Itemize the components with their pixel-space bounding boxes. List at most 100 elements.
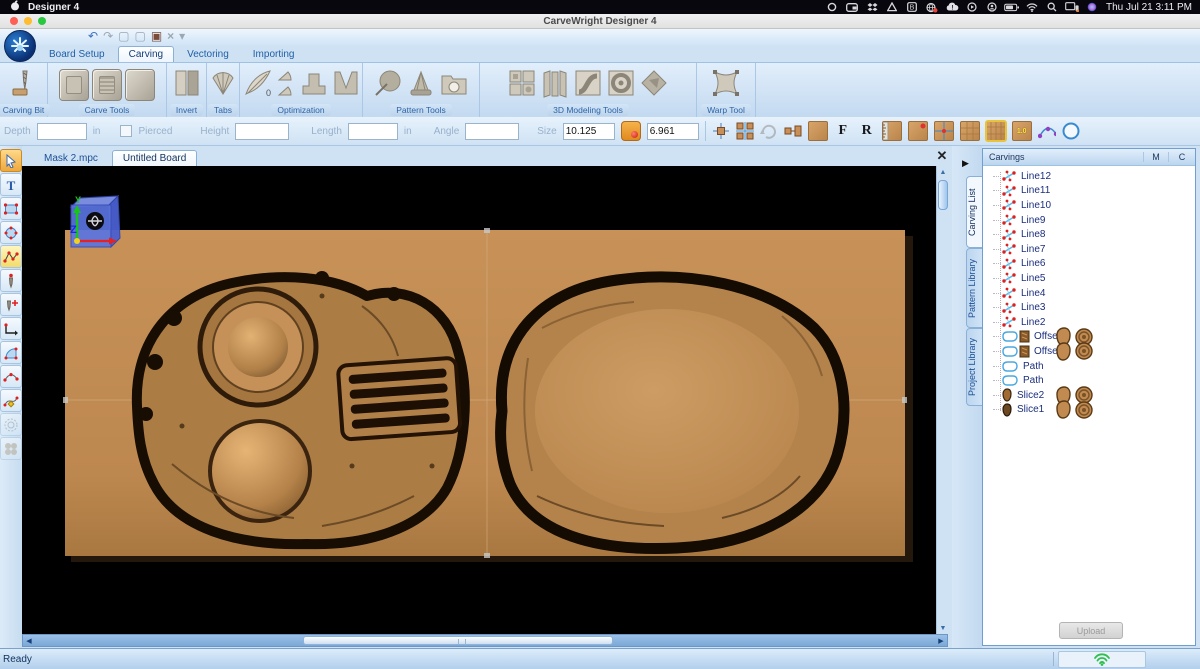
list-item[interactable]: Line6 bbox=[983, 257, 1195, 272]
list-item[interactable]: Line5 bbox=[983, 271, 1195, 286]
tab-pattern-library[interactable]: Pattern Library bbox=[966, 248, 983, 328]
tab-importing[interactable]: Importing bbox=[242, 46, 306, 62]
tab-project-library[interactable]: Project Library bbox=[966, 328, 983, 406]
v-groove-icon[interactable] bbox=[332, 68, 360, 101]
list-item[interactable]: Line3 bbox=[983, 300, 1195, 315]
draft-block-icon[interactable] bbox=[299, 68, 329, 101]
screen-mirror-icon[interactable] bbox=[844, 2, 860, 13]
carve-smooth-icon[interactable] bbox=[125, 69, 155, 101]
size-width-input[interactable] bbox=[563, 123, 615, 140]
panel-collapse-icon[interactable]: ▶ bbox=[962, 158, 972, 170]
delete-icon[interactable]: × bbox=[167, 29, 174, 43]
tab-vectoring[interactable]: Vectoring bbox=[176, 46, 240, 62]
select-tool[interactable] bbox=[0, 149, 22, 172]
copy-icon[interactable]: ▢ bbox=[134, 29, 145, 43]
mask-slice-left[interactable] bbox=[137, 271, 465, 544]
spline-tool[interactable] bbox=[0, 389, 22, 412]
scroll-left-icon[interactable]: ◀ bbox=[24, 636, 34, 646]
list-item[interactable]: Line10 bbox=[983, 198, 1195, 213]
scroll-up-icon[interactable]: ▲ bbox=[937, 166, 949, 178]
wifi-icon[interactable] bbox=[1024, 2, 1040, 13]
pattern-sculpt-icon[interactable] bbox=[406, 68, 436, 101]
texture-dots-tool[interactable] bbox=[0, 437, 22, 460]
edit-nodes-icon[interactable] bbox=[1038, 122, 1056, 140]
ruler-board-icon[interactable] bbox=[882, 121, 902, 141]
tab-board-setup[interactable]: Board Setup bbox=[38, 46, 116, 62]
design-canvas[interactable]: Y Z bbox=[22, 166, 936, 634]
board-texture-icon[interactable] bbox=[986, 121, 1006, 141]
c-column-header[interactable]: C bbox=[1168, 152, 1195, 162]
boxed-b-icon[interactable]: B bbox=[904, 2, 920, 13]
carve-add-tool[interactable] bbox=[0, 293, 22, 316]
list-item[interactable]: Slice1 bbox=[983, 403, 1195, 418]
doc-tab-untitled-board[interactable]: Untitled Board bbox=[112, 150, 197, 166]
cloud-alert-icon[interactable]: ! bbox=[944, 2, 960, 13]
extrude-columns-icon[interactable] bbox=[540, 68, 570, 101]
tab-carving-list[interactable]: Carving List bbox=[966, 176, 983, 248]
scale-1-0-icon[interactable]: 1.0 bbox=[1012, 121, 1032, 141]
pierced-checkbox[interactable] bbox=[120, 125, 132, 137]
size-height-input[interactable] bbox=[647, 123, 699, 140]
canvas-vertical-scrollbar[interactable]: ▲ ▼ bbox=[936, 166, 948, 634]
pattern-folder-icon[interactable] bbox=[439, 68, 469, 101]
tabs-icon[interactable] bbox=[209, 68, 237, 101]
join-offset-icon[interactable] bbox=[784, 122, 802, 140]
revolve-icon[interactable] bbox=[606, 68, 636, 101]
length-input[interactable] bbox=[348, 123, 398, 140]
carve-line-tool[interactable] bbox=[0, 269, 22, 292]
list-item[interactable]: Line7 bbox=[983, 242, 1195, 257]
invert-icon[interactable] bbox=[173, 68, 201, 101]
new-file-icon[interactable]: ▢ bbox=[118, 29, 129, 43]
canvas-horizontal-scrollbar[interactable]: ◀ ▶ bbox=[22, 634, 948, 647]
list-item[interactable]: Offset bbox=[983, 344, 1195, 359]
height-input[interactable] bbox=[235, 123, 289, 140]
dropbox-icon[interactable] bbox=[864, 2, 880, 13]
vertical-scroll-thumb[interactable] bbox=[938, 180, 948, 210]
sidecar-icon[interactable] bbox=[1064, 2, 1080, 13]
list-item[interactable]: Path bbox=[983, 359, 1195, 374]
letter-r-icon[interactable]: R bbox=[858, 122, 876, 140]
redo-icon[interactable]: ↷ bbox=[103, 29, 113, 43]
list-item[interactable]: Line11 bbox=[983, 184, 1195, 199]
text-tool[interactable]: T bbox=[0, 173, 22, 196]
circle-pattern-tool[interactable] bbox=[0, 413, 22, 436]
qat-more-icon[interactable]: ▾ bbox=[179, 29, 185, 43]
board-corner-dot-icon[interactable] bbox=[908, 121, 928, 141]
list-item[interactable]: Line12 bbox=[983, 169, 1195, 184]
center-point-icon[interactable] bbox=[712, 122, 730, 140]
ellipse-tool[interactable] bbox=[0, 221, 22, 244]
arc-tool[interactable] bbox=[0, 365, 22, 388]
angle-options-icon[interactable] bbox=[276, 68, 296, 101]
save-icon[interactable]: ▣ bbox=[151, 29, 162, 43]
carvings-column-header[interactable]: Carvings bbox=[989, 152, 1143, 162]
record-circle-icon[interactable] bbox=[824, 2, 840, 13]
warp-icon[interactable] bbox=[711, 68, 741, 101]
prism-icon[interactable] bbox=[884, 2, 900, 13]
feather-zero-icon[interactable]: 0 bbox=[243, 68, 273, 101]
angle-input[interactable] bbox=[465, 123, 519, 140]
menubar-clock[interactable]: Thu Jul 21 3:11 PM bbox=[1106, 2, 1192, 13]
scroll-down-icon[interactable]: ▼ bbox=[937, 622, 949, 634]
tab-carving[interactable]: Carving bbox=[118, 46, 174, 62]
carving-bit-icon[interactable] bbox=[10, 67, 38, 102]
apple-menu-icon[interactable] bbox=[10, 0, 20, 14]
carvewright-logo-icon[interactable] bbox=[4, 30, 36, 62]
scroll-right-icon[interactable]: ▶ bbox=[936, 636, 946, 646]
rotate-plane-icon[interactable] bbox=[639, 68, 669, 101]
close-document-icon[interactable]: ✕ bbox=[934, 148, 950, 164]
depth-line-tool[interactable] bbox=[0, 317, 22, 340]
battery-icon[interactable] bbox=[1004, 2, 1020, 13]
doc-tab-mask2[interactable]: Mask 2.mpc bbox=[34, 151, 108, 166]
play-circle-icon[interactable] bbox=[964, 2, 980, 13]
board-crosshair-icon[interactable] bbox=[934, 121, 954, 141]
letter-f-icon[interactable]: F bbox=[834, 122, 852, 140]
circle-outline-icon[interactable] bbox=[1062, 122, 1080, 140]
sweep-path-icon[interactable] bbox=[573, 68, 603, 101]
user-circle-icon[interactable] bbox=[984, 2, 1000, 13]
list-item[interactable]: Line9 bbox=[983, 213, 1195, 228]
undo-icon[interactable]: ↶ bbox=[88, 29, 98, 43]
aspect-lock-icon[interactable] bbox=[621, 121, 641, 141]
rectangle-tool[interactable] bbox=[0, 197, 22, 220]
siri-icon[interactable] bbox=[1084, 2, 1100, 13]
board-grid-icon[interactable] bbox=[960, 121, 980, 141]
